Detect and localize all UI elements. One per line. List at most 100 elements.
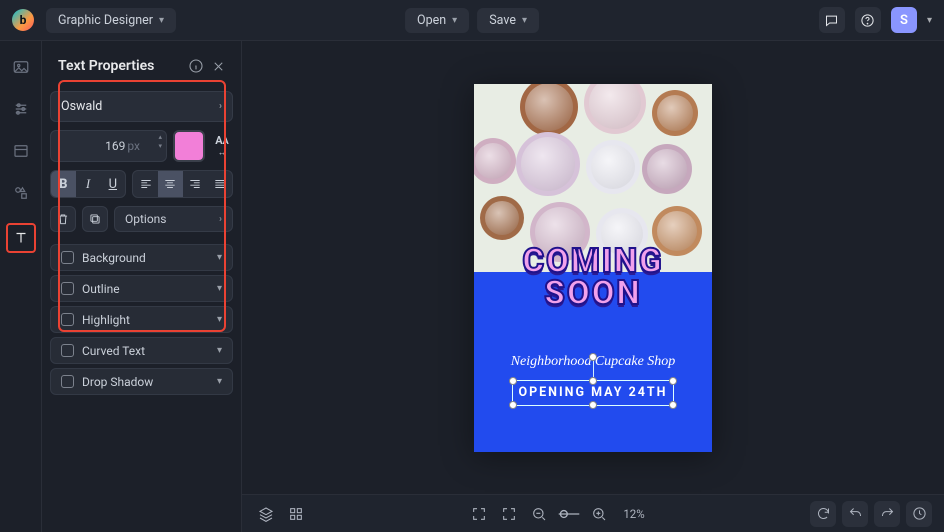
layers-button[interactable] [254,502,278,526]
zoom-out-button[interactable] [527,502,551,526]
fullscreen-button[interactable] [497,502,521,526]
image-icon [12,58,30,76]
history-button[interactable] [906,501,932,527]
canvas-area[interactable]: COMING SOON Neighborhood Cupcake Shop OP… [242,41,944,494]
rotate-stem [593,359,594,377]
chevron-down-icon: ▾ [217,376,222,387]
effects-list: Background▾ Outline ▾ Highlight▾ Curved T… [50,244,233,395]
align-center-button[interactable] [158,171,183,197]
chevron-down-icon: ▾ [452,15,457,26]
close-icon [211,59,226,74]
comments-button[interactable] [819,7,845,33]
open-button[interactable]: Open ▾ [405,8,469,33]
effect-row-background[interactable]: Background▾ [50,244,233,271]
text-width-icon: ↔ [218,147,227,158]
zoom-label[interactable]: 12% [623,507,644,521]
avatar[interactable]: S [891,7,917,33]
checkbox[interactable] [61,313,74,326]
delete-button[interactable] [50,206,76,232]
redo-icon [880,506,895,521]
chevron-down-icon: ▾ [217,314,222,325]
zoom-out-icon [531,506,547,522]
effect-row-curved[interactable]: Curved Text▾ [50,337,233,364]
rail-layout-button[interactable] [9,139,33,163]
effect-label: Outline [82,282,209,296]
layers-icon [258,506,274,522]
effect-row-highlight[interactable]: Highlight▾ [50,306,233,333]
top-bar: b Graphic Designer ▾ Open ▾ Save ▾ S ▾ [0,0,944,41]
text-style-group: B I U [50,170,126,198]
document-card[interactable]: COMING SOON Neighborhood Cupcake Shop OP… [474,84,712,452]
resize-handle-tc[interactable] [589,377,597,385]
checkbox[interactable] [61,251,74,264]
underline-button[interactable]: U [100,171,125,197]
options-dropdown[interactable]: Options › [114,206,233,232]
bold-button[interactable]: B [51,171,76,197]
align-right-button[interactable] [183,171,208,197]
app-logo[interactable]: b [12,9,34,31]
app-mode-label: Graphic Designer [58,13,153,28]
italic-button[interactable]: I [76,171,101,197]
chevron-down-icon: ▾ [159,15,164,26]
zoom-slider[interactable] [557,502,581,526]
chevron-down-icon: ▾ [217,252,222,263]
checkbox[interactable] [61,282,74,295]
help-button[interactable] [855,7,881,33]
text-transform-button[interactable]: AA ↔ [211,130,233,162]
options-label: Options [125,212,167,226]
topbar-right: S ▾ [819,7,932,33]
open-label: Open [417,13,446,28]
app-mode-dropdown[interactable]: Graphic Designer ▾ [46,8,176,33]
resize-handle-tr[interactable] [669,377,677,385]
align-center-icon [163,177,177,191]
shapes-icon [12,184,30,202]
align-justify-button[interactable] [207,171,232,197]
align-left-icon [139,177,153,191]
zoom-in-icon [591,506,607,522]
chevron-down-icon[interactable]: ▾ [927,15,932,26]
avatar-letter: S [900,13,908,28]
text-align-group [132,170,233,198]
help-icon [860,13,875,28]
selected-text: OPENING MAY 24TH [518,385,667,400]
font-size-stepper[interactable]: ▴▾ [158,134,162,150]
redo-button[interactable] [874,501,900,527]
effect-row-outline[interactable]: Outline ▾ [50,275,233,302]
headline-text[interactable]: COMING SOON [474,246,712,310]
chevron-down-icon: ▾ [217,283,222,294]
undo-button[interactable] [842,501,868,527]
font-family-dropdown[interactable]: Oswald › [50,91,233,122]
grid-icon [288,506,304,522]
font-size-input[interactable]: 169px ▴▾ [50,130,167,162]
checkbox[interactable] [61,344,74,357]
fit-button[interactable] [467,502,491,526]
text-properties-panel: Text Properties Oswald › 169px ▴▾ AA ↔ B… [42,41,242,532]
sliders-icon [12,100,30,118]
save-label: Save [489,13,516,28]
checkbox[interactable] [61,375,74,388]
history-icon [912,506,927,521]
zoom-in-button[interactable] [587,502,611,526]
save-button[interactable]: Save ▾ [477,8,539,33]
text-color-swatch[interactable] [173,130,205,162]
panel-info-button[interactable] [185,55,207,77]
align-left-button[interactable] [133,171,158,197]
info-icon [188,58,204,74]
selected-text-box[interactable]: OPENING MAY 24TH [512,380,674,406]
resize-handle-tl[interactable] [509,377,517,385]
effect-row-shadow[interactable]: Drop Shadow▾ [50,368,233,395]
rail-image-button[interactable] [9,55,33,79]
rail-elements-button[interactable] [9,181,33,205]
resize-handle-br[interactable] [669,401,677,409]
duplicate-button[interactable] [82,206,108,232]
grid-button[interactable] [284,502,308,526]
rail-adjust-button[interactable] [9,97,33,121]
resize-handle-bl[interactable] [509,401,517,409]
rotate-handle[interactable] [589,353,597,361]
effect-label: Curved Text [82,344,209,358]
refresh-button[interactable] [810,501,836,527]
resize-handle-bc[interactable] [589,401,597,409]
panel-close-button[interactable] [207,55,229,77]
text-case-icon: AA [215,134,228,147]
rail-text-button[interactable] [6,223,36,253]
